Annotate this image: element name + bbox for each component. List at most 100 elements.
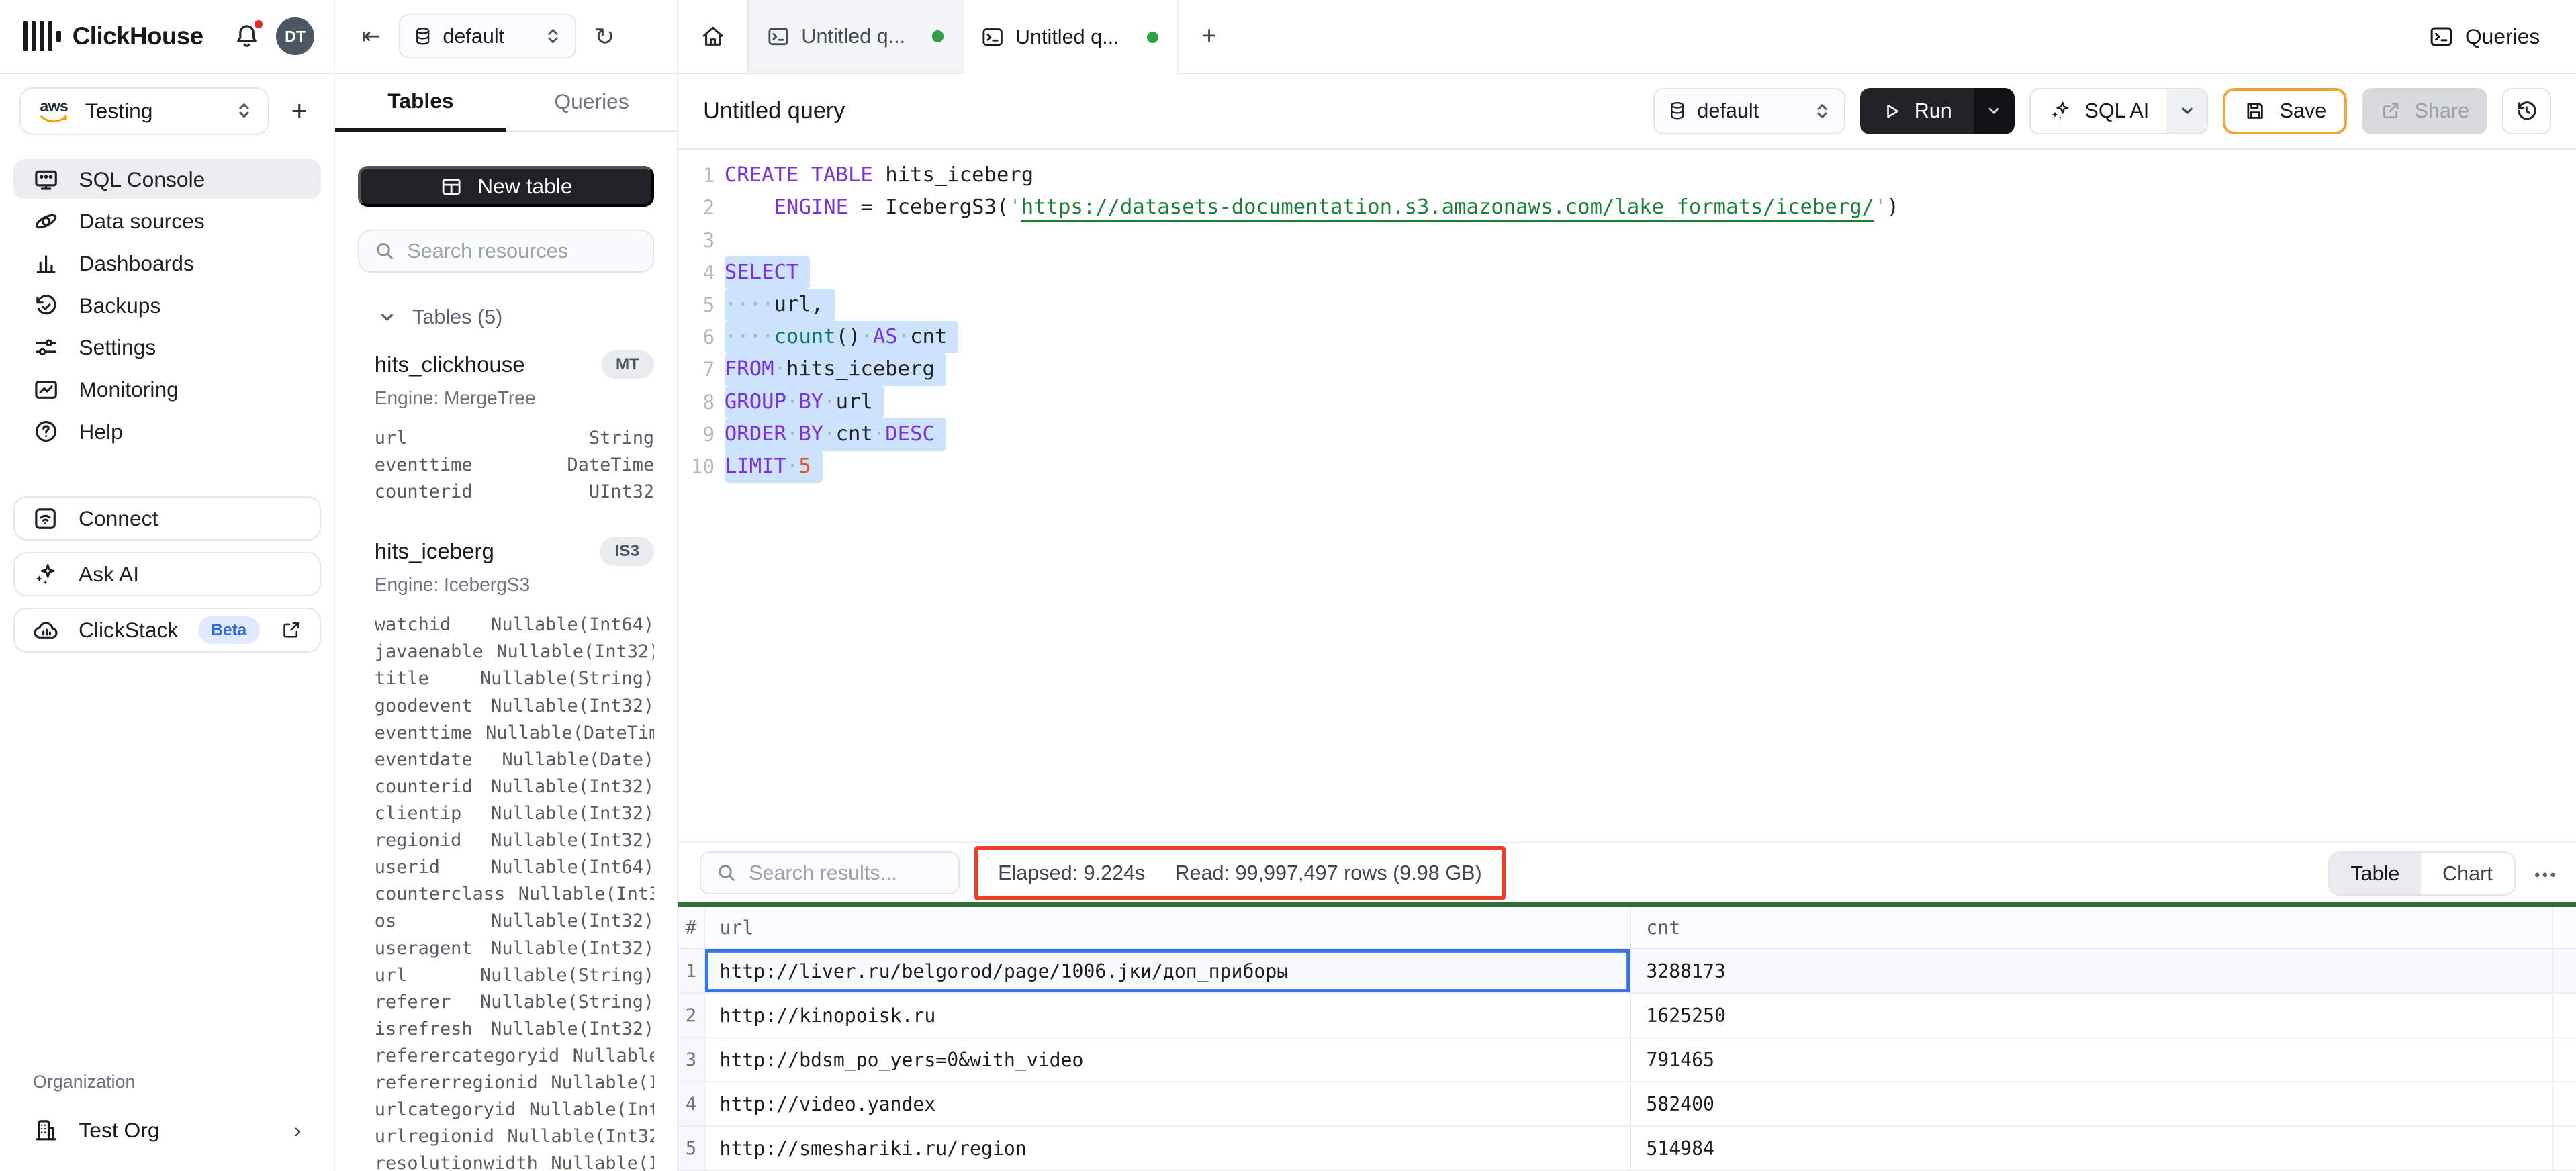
- sidebar-item-help[interactable]: Help: [13, 412, 321, 452]
- external-link-icon: [280, 620, 302, 641]
- header-index[interactable]: #: [678, 907, 704, 949]
- sql-editor[interactable]: 12345678910 CREATE TABLE hits_iceberg EN…: [678, 150, 2576, 842]
- sidebar-item-settings[interactable]: Settings: [13, 328, 321, 368]
- aws-logo-icon: aws: [38, 99, 71, 122]
- add-workspace-button[interactable]: +: [291, 95, 321, 127]
- clickstack-button[interactable]: ClickStack Beta: [13, 608, 321, 652]
- query-tab-2[interactable]: Untitled q...: [963, 0, 1178, 75]
- collapse-sidebar-icon[interactable]: ⇤: [361, 23, 381, 50]
- column-row: javaenableNullable(Int32): [358, 639, 654, 665]
- query-stats-highlight: Elapsed: 9.224s Read: 99,997,497 rows (9…: [974, 846, 1506, 900]
- ask-ai-button[interactable]: Ask AI: [13, 552, 321, 596]
- tab-tables[interactable]: Tables: [335, 74, 506, 132]
- code-line: GROUP·BY·url: [725, 386, 2576, 418]
- column-row: eventtimeDateTime: [358, 452, 654, 479]
- connect-button[interactable]: Connect: [13, 496, 321, 541]
- table-row[interactable]: 3 http://bdsm_po_yers=0&with_video 79146…: [678, 1038, 2576, 1082]
- code-line: FROM·hits_iceberg: [725, 353, 2576, 385]
- notifications-bell-icon[interactable]: [234, 23, 260, 49]
- sql-console-icon: [33, 167, 59, 193]
- table-entry-hits-iceberg[interactable]: hits_iceberg IS3: [358, 537, 654, 566]
- new-tab-button[interactable]: +: [1178, 0, 1240, 73]
- table-row[interactable]: 2 http://kinopoisk.ru 1625250: [678, 994, 2576, 1038]
- view-toggle-chart[interactable]: Chart: [2421, 853, 2514, 894]
- sql-ai-button[interactable]: SQL AI: [2029, 88, 2208, 134]
- organization-name: Test Org: [79, 1118, 159, 1143]
- sidebar-item-data-sources[interactable]: Data sources: [13, 201, 321, 242]
- query-tab-label: Untitled q...: [801, 25, 905, 48]
- query-tab-1[interactable]: Untitled q...: [747, 0, 962, 73]
- unsaved-dot: [1147, 32, 1158, 43]
- code-link[interactable]: https://datasets-documentation.s3.amazon…: [1021, 195, 1874, 219]
- sliders-icon: [33, 334, 59, 361]
- code-line: ····count()·AS·cnt: [725, 321, 2576, 353]
- queries-button[interactable]: Queries: [2429, 0, 2576, 73]
- organization-switcher[interactable]: Test Org ›: [13, 1112, 321, 1148]
- backup-restore-icon: [33, 293, 59, 319]
- more-options-icon[interactable]: •••: [2534, 866, 2558, 884]
- view-toggle: Table Chart: [2328, 851, 2516, 896]
- resources-panel: Tables Queries New table Tables (5) hits: [335, 74, 678, 1171]
- table-row[interactable]: 4 http://video.yandex 582400: [678, 1082, 2576, 1127]
- column-row: counterclassNullable(Int32): [358, 881, 654, 908]
- sidebar-item-backups[interactable]: Backups: [13, 285, 321, 326]
- selected-cell[interactable]: http://liver.ru/belgorod/page/1006.jки/д…: [705, 949, 1632, 992]
- terminal-icon: [981, 26, 1004, 48]
- resources-search[interactable]: [358, 230, 654, 273]
- save-button[interactable]: Save: [2223, 88, 2347, 134]
- share-button[interactable]: Share: [2362, 88, 2487, 134]
- engine-badge: IS3: [600, 537, 654, 566]
- database-selector[interactable]: default: [399, 14, 576, 58]
- editor-gutter: 12345678910: [678, 159, 715, 842]
- selection-highlight: LIMIT·5: [725, 451, 823, 483]
- column-row: urlString: [358, 425, 654, 452]
- table-row[interactable]: 5 http://smeshariki.ru/region 514984: [678, 1127, 2576, 1171]
- table-row[interactable]: 1 http://liver.ru/belgorod/page/1006.jки…: [678, 949, 2576, 994]
- run-options-caret[interactable]: [1974, 88, 2015, 134]
- query-title[interactable]: Untitled query: [703, 98, 845, 124]
- sidebar-item-sql-console[interactable]: SQL Console: [13, 159, 321, 199]
- new-table-button[interactable]: New table: [358, 166, 654, 207]
- header-url[interactable]: url: [705, 907, 1632, 949]
- tab-queries[interactable]: Queries: [506, 74, 678, 130]
- results-search[interactable]: [700, 851, 960, 894]
- tables-group-header[interactable]: Tables (5): [358, 306, 654, 329]
- beta-badge: Beta: [198, 616, 260, 643]
- sidebar-item-monitoring[interactable]: Monitoring: [13, 369, 321, 410]
- column-row: useragentNullable(Int32): [358, 935, 654, 962]
- column-row: osNullable(Int32): [358, 908, 654, 935]
- sql-ai-caret[interactable]: [2167, 89, 2207, 133]
- header-cnt[interactable]: cnt: [1631, 907, 2552, 949]
- query-history-button[interactable]: [2502, 88, 2551, 134]
- code-line: CREATE TABLE hits_iceberg: [725, 159, 2576, 191]
- refresh-icon[interactable]: ↻: [594, 22, 615, 51]
- column-row: counteridNullable(Int32): [358, 774, 654, 800]
- view-toggle-table[interactable]: Table: [2330, 853, 2422, 894]
- results-table-header: # url cnt: [678, 907, 2576, 950]
- database-icon: [1667, 100, 1687, 122]
- chevron-right-icon: ›: [294, 1118, 302, 1143]
- editor-database-selector[interactable]: default: [1653, 88, 1845, 134]
- selection-highlight: ····url,: [725, 289, 835, 321]
- sidebar-item-dashboards[interactable]: Dashboards: [13, 243, 321, 283]
- resources-search-input[interactable]: [407, 240, 604, 263]
- terminal-icon: [767, 25, 790, 48]
- code-line: ORDER·BY·cnt·DESC: [725, 418, 2576, 451]
- database-selector-value: default: [443, 25, 504, 48]
- notification-dot: [252, 18, 265, 30]
- database-toolbar: ⇤ default ↻: [335, 0, 678, 73]
- table-icon: [440, 175, 463, 198]
- top-bar: ClickHouse DT ⇤ default ↻ Untitled q...: [0, 0, 2576, 74]
- table-entry-hits-clickhouse[interactable]: hits_clickhouse MT: [358, 350, 654, 379]
- results-search-input[interactable]: [749, 861, 943, 885]
- run-button[interactable]: Run: [1860, 88, 2015, 134]
- home-icon[interactable]: [678, 0, 747, 73]
- query-workspace: Untitled query default Run: [678, 74, 2576, 1171]
- column-row: regionidNullable(Int32): [358, 827, 654, 854]
- code-line: ····url,: [725, 289, 2576, 321]
- database-icon: [413, 26, 432, 47]
- engine-label: Engine: MergeTree: [358, 387, 654, 409]
- avatar[interactable]: DT: [276, 17, 314, 55]
- workspace-selector[interactable]: aws Testing: [19, 87, 269, 135]
- editor-code[interactable]: CREATE TABLE hits_iceberg ENGINE = Icebe…: [725, 159, 2576, 842]
